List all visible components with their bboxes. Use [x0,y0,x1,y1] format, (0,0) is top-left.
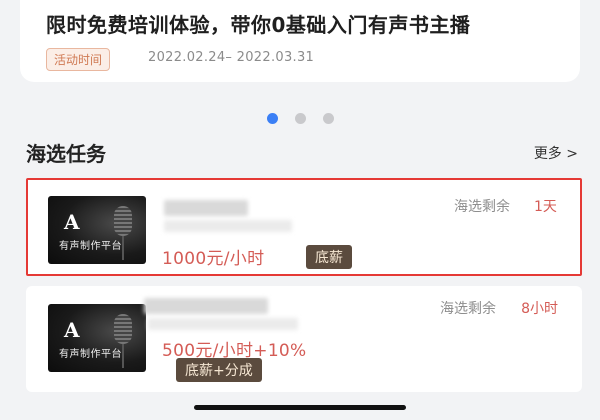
platform-logo: A [64,318,80,342]
platform-logo: A [64,210,80,234]
microphone-stand [122,344,124,368]
activity-time-tag: 活动时间 [46,48,111,71]
blurred-task-name [144,298,268,314]
home-indicator[interactable] [194,405,406,410]
more-link[interactable]: 更多 > [534,143,578,163]
task-thumbnail: A 有声制作平台 [48,304,146,372]
activity-date-range: 2022.02.24– 2022.03.31 [148,50,315,65]
task-card[interactable]: A 有声制作平台 500元/小时+10% 底薪+分成 海选剩余 8小时 [26,286,582,392]
thumbnail-caption: 有声制作平台 [59,241,122,252]
blurred-task-subtitle [164,220,292,232]
task-card[interactable]: A 有声制作平台 1000元/小时 底薪 海选剩余 1天 [26,178,582,276]
carousel-dot-2[interactable] [295,113,306,124]
salary-type-badge: 底薪 [306,245,352,269]
promo-title: 限时免费培训体验，带你0基础入门有声书主播 [46,13,471,37]
thumbnail-caption: 有声制作平台 [59,349,122,360]
blurred-task-subtitle [148,318,298,330]
microphone-icon [114,314,132,344]
carousel-dot-1[interactable] [267,113,278,124]
carousel-dot-3[interactable] [323,113,334,124]
remaining-time-value: 1天 [534,199,557,215]
section-title: 海选任务 [26,142,106,166]
microphone-stand [122,236,124,260]
microphone-icon [114,206,132,236]
task-price: 1000元/小时 [162,249,265,269]
promo-card[interactable]: 限时免费培训体验，带你0基础入门有声书主播 活动时间 2022.02.24– 2… [20,0,580,82]
remaining-time-value: 8小时 [521,301,558,317]
carousel-indicator [0,113,600,125]
task-thumbnail: A 有声制作平台 [48,196,146,264]
salary-type-badge: 底薪+分成 [176,358,262,382]
remaining-time-label: 海选剩余 [454,199,510,215]
blurred-task-name [164,200,248,216]
